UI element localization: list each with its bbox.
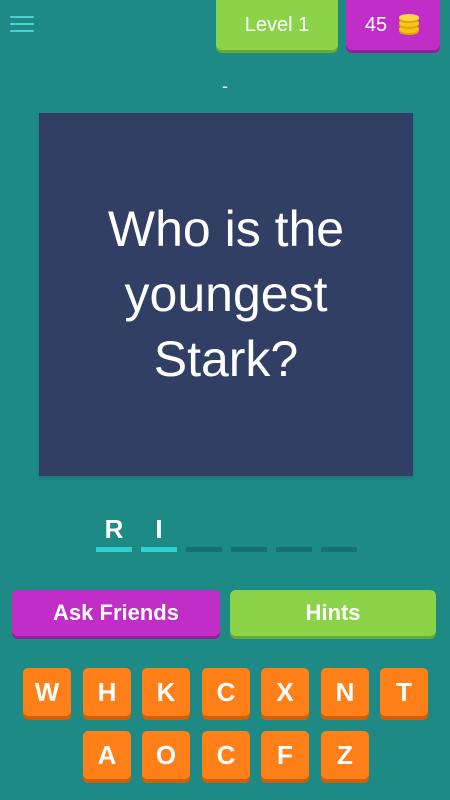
letter-key[interactable]: Z [321,731,369,779]
letter-key[interactable]: O [142,731,190,779]
letter-key[interactable]: C [202,668,250,716]
answer-slot-letter: R [104,514,124,544]
slot-underline [96,547,132,552]
letter-key[interactable]: T [380,668,428,716]
slot-underline [321,547,357,552]
coin-stack-icon [399,14,420,35]
answer-slots: R I [96,510,357,558]
hamburger-menu-icon[interactable] [8,12,36,40]
coin-count: 45 [364,13,388,36]
letter-key[interactable]: W [23,668,71,716]
answer-slot-4[interactable] [231,510,267,552]
letter-key[interactable]: C [202,731,250,779]
question-text: Who is the youngest Stark? [107,201,345,387]
answer-slot-letter: I [155,514,163,544]
slot-underline [186,547,222,552]
answer-slot-3[interactable] [186,510,222,552]
level-badge: Level 1 [216,0,338,50]
level-label: Level 1 [244,13,310,36]
slot-underline [231,547,267,552]
letter-key[interactable]: X [261,668,309,716]
question-card: Who is the youngest Stark? [39,113,413,476]
slot-underline [141,547,177,552]
hints-button[interactable]: Hints [230,590,436,636]
answer-slot-6[interactable] [321,510,357,552]
answer-slot-5[interactable] [276,510,312,552]
question-hint-text: - [222,76,228,96]
letter-key[interactable]: F [261,731,309,779]
letter-key[interactable]: A [83,731,131,779]
letter-key[interactable]: H [83,668,131,716]
ask-friends-button[interactable]: Ask Friends [12,590,220,636]
answer-slot-1[interactable]: R [96,510,132,552]
letter-key[interactable]: K [142,668,190,716]
letter-key[interactable]: N [321,668,369,716]
slot-underline [276,547,312,552]
answer-slot-2[interactable]: I [141,510,177,552]
coins-badge[interactable]: 45 [346,0,440,50]
